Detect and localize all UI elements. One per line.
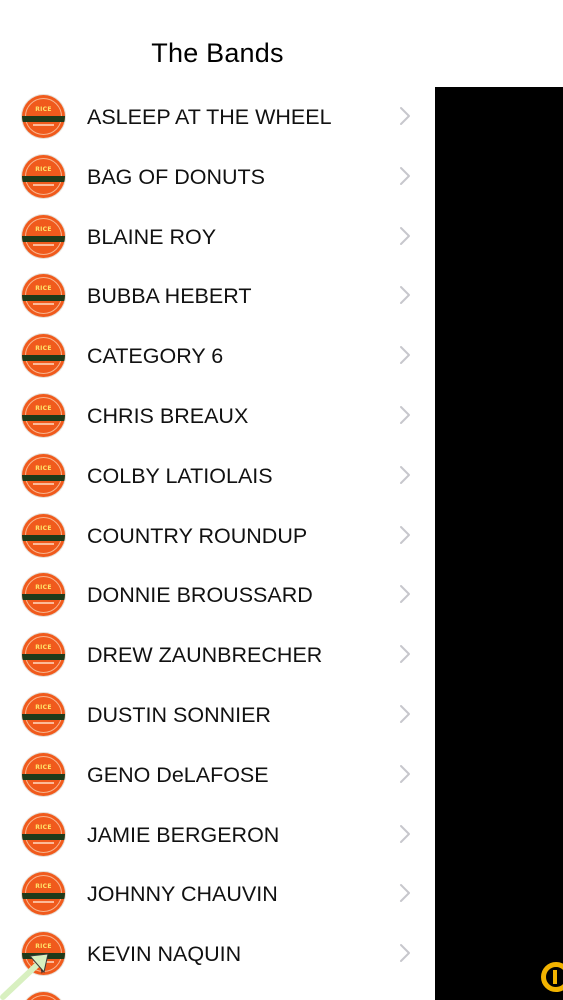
- band-name-label: COLBY LATIOLAIS: [87, 463, 273, 488]
- chevron-right-icon: [400, 107, 410, 125]
- chevron-right-icon: [400, 346, 410, 365]
- list-item[interactable]: RICE CHRIS BREAUX: [0, 386, 435, 446]
- list-item[interactable]: RICE KEVIN NAQUIN: [0, 924, 435, 984]
- chevron-right-icon: [400, 226, 410, 245]
- pointer-arrow-icon: [0, 953, 49, 1000]
- chevron-right-icon: [400, 764, 410, 783]
- chevron-right-icon: [400, 645, 410, 664]
- band-name-label: BAG OF DONUTS: [87, 164, 265, 189]
- chevron-right-icon: [400, 166, 410, 185]
- band-name-label: ASLEEP AT THE WHEEL: [87, 105, 332, 129]
- chevron-right-icon: [400, 824, 410, 843]
- chevron-right-icon: [400, 465, 410, 484]
- band-name-label: DUSTIN SONNIER: [87, 702, 271, 727]
- band-name-label: BUBBA HEBERT: [87, 284, 252, 309]
- chevron-right-icon: [400, 286, 410, 305]
- band-name-label: JOHNNY CHAUVIN: [87, 882, 278, 907]
- band-name-label: BLAINE ROY: [87, 224, 217, 249]
- chevron-right-icon: [400, 585, 410, 604]
- list-item[interactable]: RICE GENO DeLAFOSE: [0, 745, 435, 805]
- chevron-right-icon: [400, 944, 410, 963]
- list-item[interactable]: RICE COLBY LATIOLAIS: [0, 446, 435, 506]
- rice-festival-logo-icon: RICE: [22, 513, 65, 557]
- band-name-label: CATEGORY 6: [87, 344, 224, 369]
- list-item[interactable]: RICE BAG OF DONUTS: [0, 147, 435, 207]
- rice-festival-logo-icon: RICE: [22, 573, 65, 617]
- list-item[interactable]: RICE COUNTRY ROUNDUP: [0, 506, 435, 566]
- rice-festival-logo-icon: RICE: [22, 692, 65, 736]
- list-item[interactable]: RICE DONNIE BROUSSARD: [0, 565, 435, 625]
- band-name-label: GENO DeLAFOSE: [87, 762, 269, 787]
- band-name-label: CHRIS BREAUX: [87, 403, 249, 428]
- rice-festival-logo-icon: RICE: [22, 95, 65, 138]
- rice-festival-logo-icon: RICE: [22, 154, 65, 198]
- chevron-right-icon: [400, 884, 410, 903]
- navigation-bar: The Bands: [0, 0, 435, 87]
- rice-festival-logo-icon: RICE: [22, 453, 65, 497]
- list-item[interactable]: RICE BLAINE ROY: [0, 207, 435, 267]
- chevron-right-icon: [400, 405, 410, 424]
- rice-festival-logo-icon: RICE: [22, 393, 65, 437]
- detail-panel: [435, 87, 563, 1000]
- list-item[interactable]: RICE DREW ZAUNBRECHER: [0, 625, 435, 685]
- chevron-right-icon: [400, 525, 410, 544]
- band-name-label: COUNTRY ROUNDUP: [87, 523, 308, 548]
- band-name-label: DREW ZAUNBRECHER: [87, 643, 323, 668]
- chevron-right-icon: [400, 704, 410, 723]
- rice-festival-logo-icon: RICE: [22, 752, 65, 796]
- band-name-label: KEVIN NAQUIN: [87, 942, 242, 967]
- band-list-screen: The Bands RICE ASLEEP AT THE WHEEL RICE BAG…: [0, 0, 563, 1000]
- rice-festival-logo-icon: RICE: [22, 334, 65, 378]
- rice-festival-logo-icon: RICE: [22, 214, 65, 258]
- partial-app-glyph-icon: [541, 962, 563, 992]
- list-item[interactable]: RICE BUBBA HEBERT: [0, 266, 435, 326]
- rice-festival-logo-icon: RICE: [22, 633, 65, 677]
- list-item[interactable]: RICE ASLEEP AT THE WHEEL: [0, 87, 435, 147]
- band-list[interactable]: RICE ASLEEP AT THE WHEEL RICE BAG OF DONUTS…: [0, 87, 435, 1000]
- rice-festival-logo-icon: RICE: [22, 872, 65, 916]
- list-item[interactable]: RICE JOHNNY CHAUVIN: [0, 864, 435, 924]
- band-name-label: DONNIE BROUSSARD: [87, 583, 313, 608]
- band-name-label: JAMIE BERGERON: [87, 822, 280, 847]
- list-item[interactable]: RICE JAMIE BERGERON: [0, 805, 435, 865]
- page-title: The Bands: [151, 38, 284, 68]
- list-item[interactable]: RICE CATEGORY 6: [0, 326, 435, 386]
- rice-festival-logo-icon: RICE: [22, 812, 65, 856]
- list-item[interactable]: RICE DUSTIN SONNIER: [0, 685, 435, 745]
- rice-festival-logo-icon: RICE: [22, 274, 65, 318]
- list-item[interactable]: RICE: [0, 984, 435, 1000]
